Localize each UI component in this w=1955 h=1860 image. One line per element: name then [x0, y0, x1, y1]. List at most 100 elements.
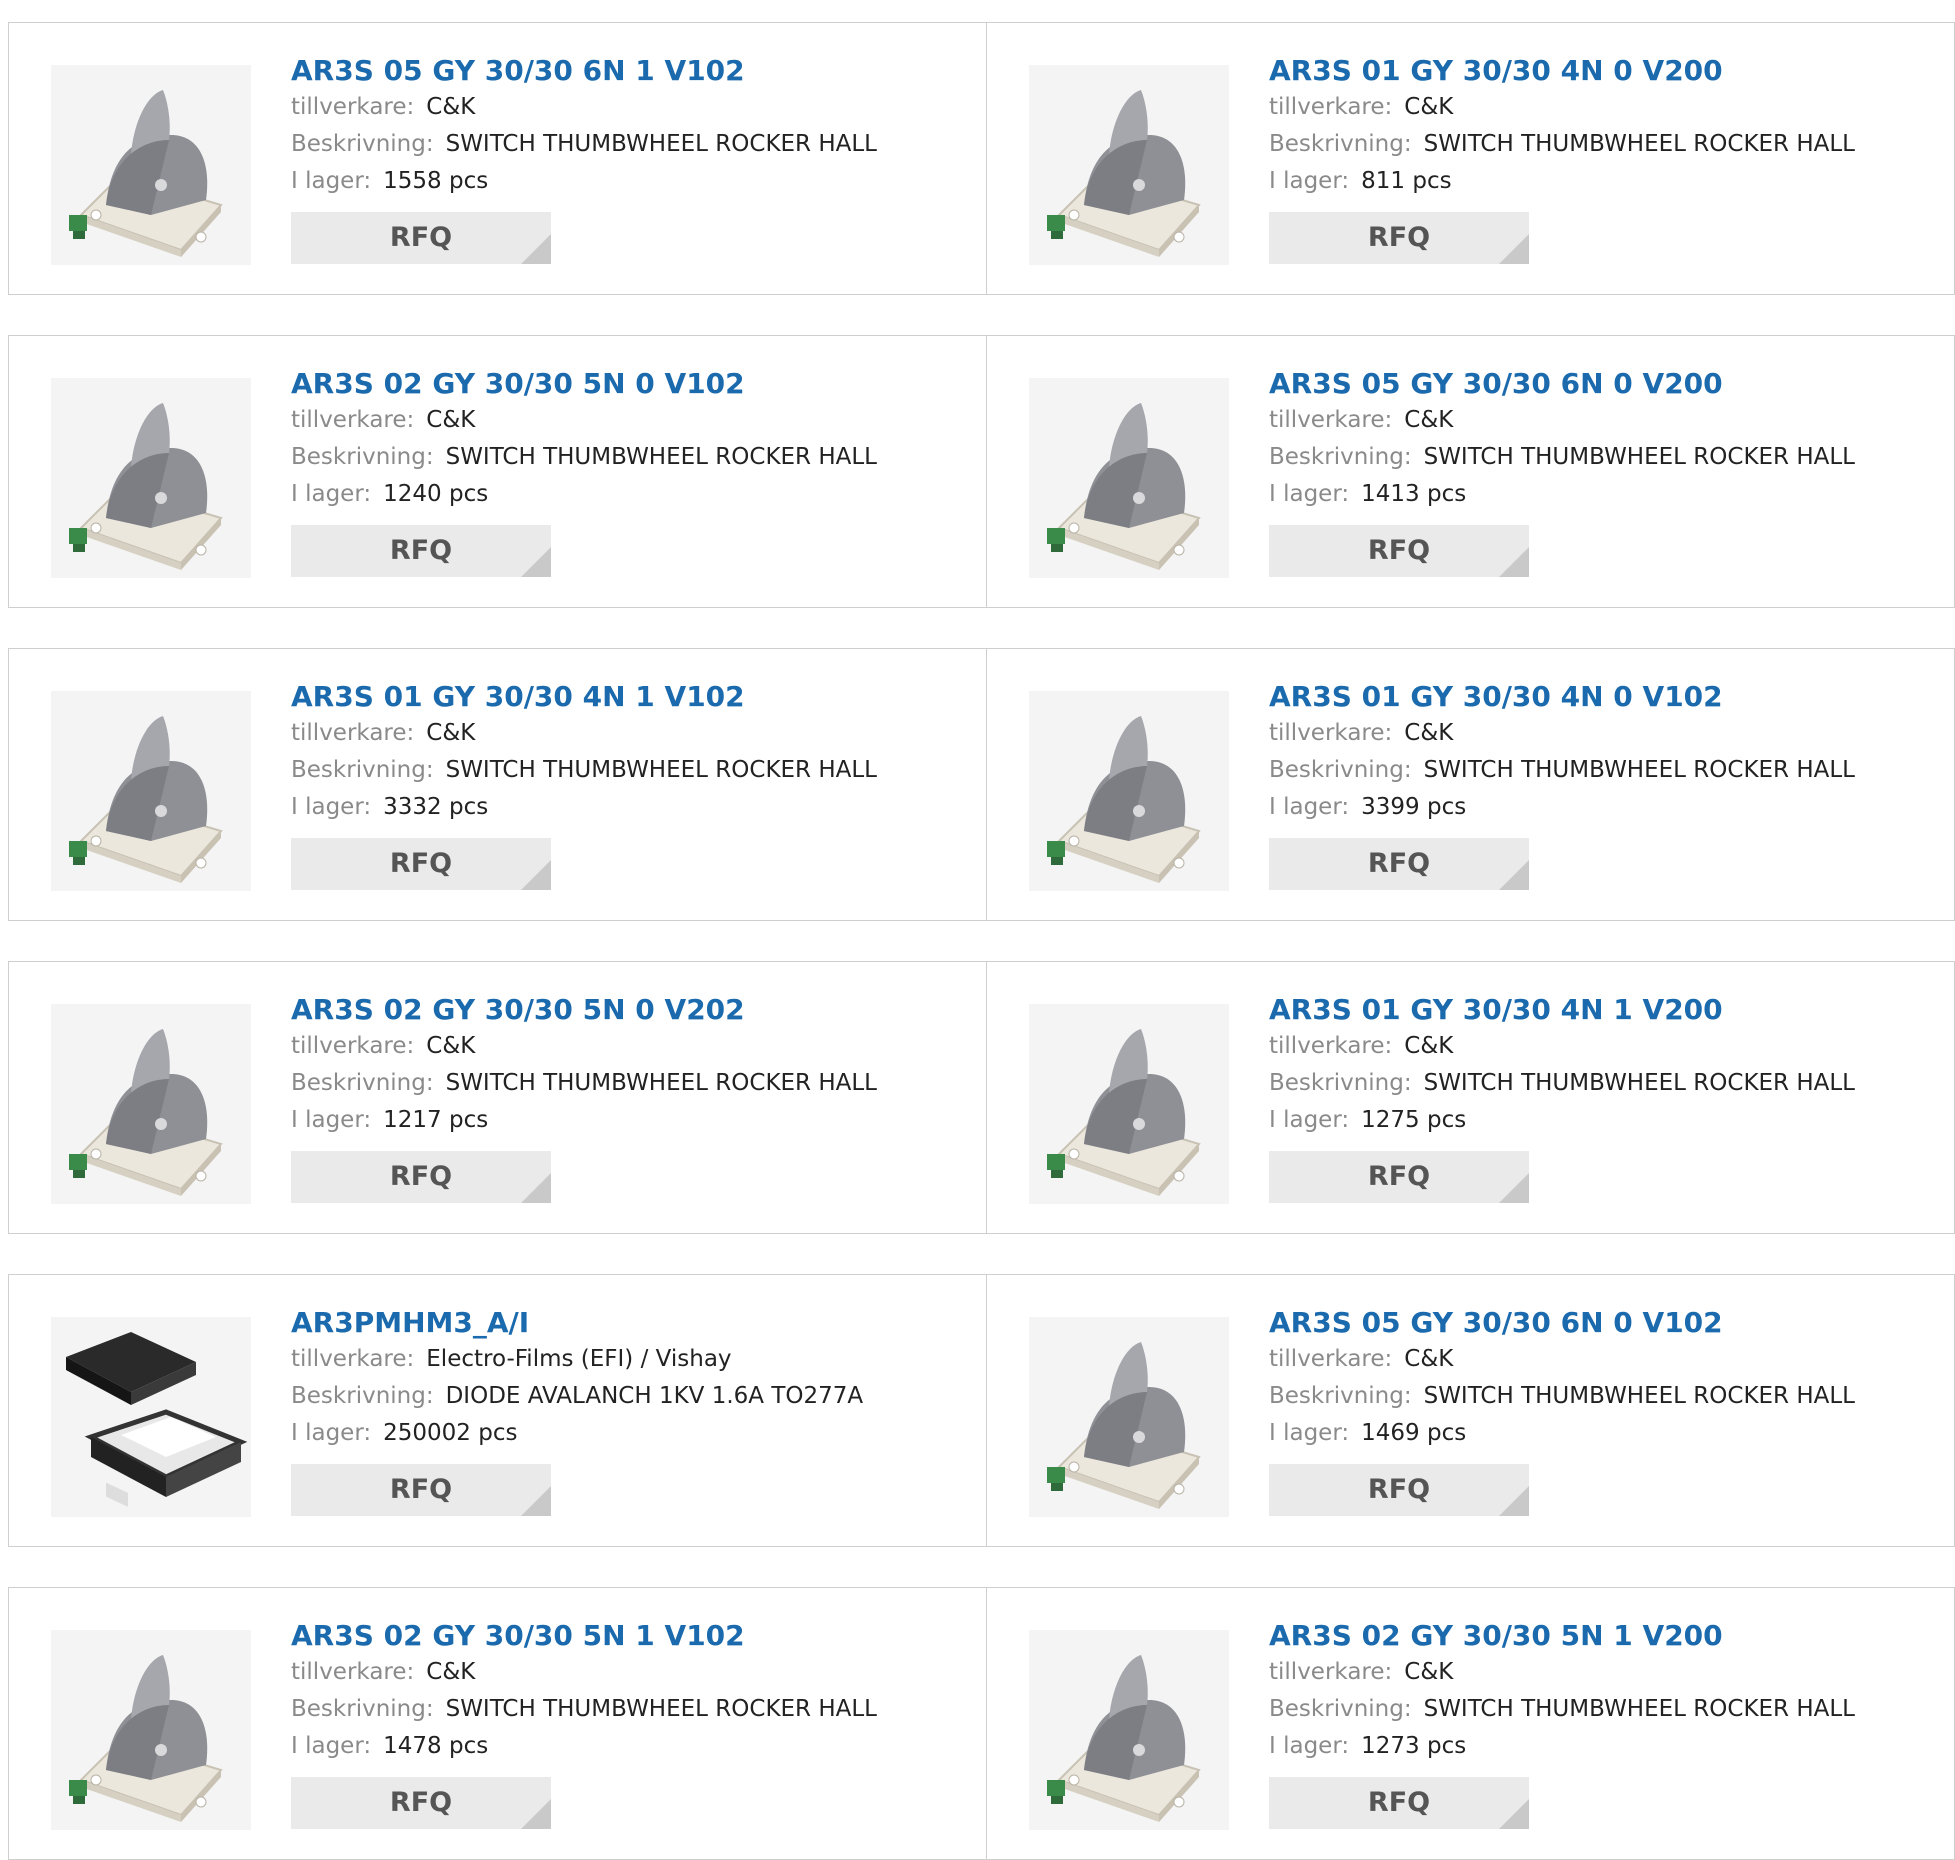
rfq-button[interactable]: RFQ — [291, 1151, 551, 1203]
rfq-button[interactable]: RFQ — [291, 1464, 551, 1516]
rocker-switch-icon — [69, 716, 223, 883]
description-label: Beskrivning: — [1269, 444, 1412, 470]
corner-triangle-icon — [1499, 547, 1529, 577]
product-card: AR3S 01 GY 30/30 4N 1 V102 tillverkare: C… — [9, 649, 987, 920]
product-info: AR3S 02 GY 30/30 5N 0 V202 tillverkare: C… — [291, 992, 877, 1203]
product-card: AR3S 01 GY 30/30 4N 0 V102 tillverkare: C… — [987, 649, 1955, 920]
corner-triangle-icon — [1499, 1799, 1529, 1829]
manufacturer-label: tillverkare: — [1269, 1659, 1393, 1685]
description-label: Beskrivning: — [1269, 757, 1412, 783]
product-card: AR3S 02 GY 30/30 5N 1 V102 tillverkare: C… — [9, 1588, 987, 1859]
stock-value: 811 pcs — [1361, 168, 1452, 194]
stock-value: 3332 pcs — [383, 794, 489, 820]
description-value: SWITCH THUMBWHEEL ROCKER HALL — [445, 444, 878, 470]
stock-row: I lager: 3332 pcs — [291, 789, 877, 826]
rfq-button-label: RFQ — [389, 1474, 453, 1505]
description-row: Beskrivning: SWITCH THUMBWHEEL ROCKER HAL… — [291, 752, 877, 789]
product-image[interactable] — [51, 1317, 251, 1517]
manufacturer-row: tillverkare: Electro-Films (EFI) / Vishay — [291, 1341, 863, 1378]
rocker-switch-icon — [1047, 1342, 1201, 1509]
product-card: AR3PMHM3_A/I tillverkare: Electro-Films (… — [9, 1275, 987, 1546]
description-value: SWITCH THUMBWHEEL ROCKER HALL — [1423, 1696, 1856, 1722]
description-value: SWITCH THUMBWHEEL ROCKER HALL — [445, 1070, 878, 1096]
product-title-link[interactable]: AR3S 01 GY 30/30 4N 0 V200 — [1269, 53, 1855, 89]
product-title-link[interactable]: AR3S 01 GY 30/30 4N 1 V200 — [1269, 992, 1855, 1028]
product-title-link[interactable]: AR3S 02 GY 30/30 5N 1 V200 — [1269, 1618, 1855, 1654]
product-title-link[interactable]: AR3S 02 GY 30/30 5N 0 V102 — [291, 366, 877, 402]
product-image[interactable] — [1029, 378, 1229, 578]
product-image[interactable] — [1029, 1630, 1229, 1830]
description-label: Beskrivning: — [1269, 1383, 1412, 1409]
stock-value: 1558 pcs — [383, 168, 489, 194]
product-title-link[interactable]: AR3S 01 GY 30/30 4N 1 V102 — [291, 679, 877, 715]
manufacturer-value: C&K — [1404, 720, 1454, 746]
manufacturer-value: C&K — [1404, 1659, 1454, 1685]
rfq-button[interactable]: RFQ — [291, 525, 551, 577]
product-row: AR3S 02 GY 30/30 5N 1 V102 tillverkare: C… — [8, 1587, 1955, 1860]
product-image[interactable] — [51, 1630, 251, 1830]
rfq-button[interactable]: RFQ — [291, 212, 551, 264]
rfq-button[interactable]: RFQ — [1269, 1777, 1529, 1829]
manufacturer-label: tillverkare: — [1269, 720, 1393, 746]
product-image[interactable] — [51, 378, 251, 578]
manufacturer-row: tillverkare: C&K — [1269, 1341, 1855, 1378]
stock-value: 1275 pcs — [1361, 1107, 1467, 1133]
rfq-button-label: RFQ — [389, 222, 453, 253]
product-info: AR3S 01 GY 30/30 4N 0 V102 tillverkare: C… — [1269, 679, 1855, 890]
product-row: AR3S 02 GY 30/30 5N 0 V202 tillverkare: C… — [8, 961, 1955, 1234]
manufacturer-label: tillverkare: — [1269, 1346, 1393, 1372]
rfq-button[interactable]: RFQ — [1269, 525, 1529, 577]
diode-package-icon — [66, 1332, 248, 1507]
product-image[interactable] — [51, 691, 251, 891]
product-info: AR3S 05 GY 30/30 6N 1 V102 tillverkare: C… — [291, 53, 877, 264]
product-card: AR3S 01 GY 30/30 4N 1 V200 tillverkare: C… — [987, 962, 1955, 1233]
rfq-button-label: RFQ — [389, 1161, 453, 1192]
stock-label: I lager: — [291, 794, 372, 820]
rfq-button[interactable]: RFQ — [1269, 1464, 1529, 1516]
product-image[interactable] — [51, 1004, 251, 1204]
product-info: AR3S 01 GY 30/30 4N 0 V200 tillverkare: C… — [1269, 53, 1855, 264]
product-title-link[interactable]: AR3S 05 GY 30/30 6N 0 V102 — [1269, 1305, 1855, 1341]
product-card: AR3S 05 GY 30/30 6N 0 V102 tillverkare: C… — [987, 1275, 1955, 1546]
rocker-switch-icon — [1047, 403, 1201, 570]
product-title-link[interactable]: AR3S 01 GY 30/30 4N 0 V102 — [1269, 679, 1855, 715]
description-row: Beskrivning: DIODE AVALANCH 1KV 1.6A TO27… — [291, 1378, 863, 1415]
rfq-button-label: RFQ — [389, 848, 453, 879]
product-info: AR3S 01 GY 30/30 4N 1 V200 tillverkare: C… — [1269, 992, 1855, 1203]
product-title-link[interactable]: AR3S 05 GY 30/30 6N 0 V200 — [1269, 366, 1855, 402]
stock-label: I lager: — [291, 1733, 372, 1759]
product-title-link[interactable]: AR3S 05 GY 30/30 6N 1 V102 — [291, 53, 877, 89]
stock-value: 1413 pcs — [1361, 481, 1467, 507]
manufacturer-label: tillverkare: — [291, 94, 415, 120]
corner-triangle-icon — [1499, 1486, 1529, 1516]
manufacturer-row: tillverkare: C&K — [1269, 1028, 1855, 1065]
description-label: Beskrivning: — [291, 1070, 434, 1096]
product-title-link[interactable]: AR3PMHM3_A/I — [291, 1305, 863, 1341]
product-image[interactable] — [51, 65, 251, 265]
product-image[interactable] — [1029, 1004, 1229, 1204]
description-row: Beskrivning: SWITCH THUMBWHEEL ROCKER HAL… — [1269, 1691, 1855, 1728]
corner-triangle-icon — [1499, 860, 1529, 890]
rfq-button-label: RFQ — [389, 1787, 453, 1818]
rfq-button[interactable]: RFQ — [1269, 212, 1529, 264]
product-image[interactable] — [1029, 1317, 1229, 1517]
stock-value: 1273 pcs — [1361, 1733, 1467, 1759]
manufacturer-label: tillverkare: — [291, 1033, 415, 1059]
stock-value: 1478 pcs — [383, 1733, 489, 1759]
rfq-button[interactable]: RFQ — [291, 1777, 551, 1829]
product-title-link[interactable]: AR3S 02 GY 30/30 5N 1 V102 — [291, 1618, 877, 1654]
rfq-button[interactable]: RFQ — [291, 838, 551, 890]
manufacturer-label: tillverkare: — [291, 407, 415, 433]
manufacturer-row: tillverkare: C&K — [291, 1028, 877, 1065]
product-info: AR3S 02 GY 30/30 5N 0 V102 tillverkare: C… — [291, 366, 877, 577]
description-row: Beskrivning: SWITCH THUMBWHEEL ROCKER HAL… — [291, 1065, 877, 1102]
product-card: AR3S 02 GY 30/30 5N 1 V200 tillverkare: C… — [987, 1588, 1955, 1859]
corner-triangle-icon — [521, 1799, 551, 1829]
rfq-button[interactable]: RFQ — [1269, 1151, 1529, 1203]
rfq-button[interactable]: RFQ — [1269, 838, 1529, 890]
product-card: AR3S 05 GY 30/30 6N 0 V200 tillverkare: C… — [987, 336, 1955, 607]
product-image[interactable] — [1029, 691, 1229, 891]
product-title-link[interactable]: AR3S 02 GY 30/30 5N 0 V202 — [291, 992, 877, 1028]
product-image[interactable] — [1029, 65, 1229, 265]
manufacturer-row: tillverkare: C&K — [1269, 89, 1855, 126]
